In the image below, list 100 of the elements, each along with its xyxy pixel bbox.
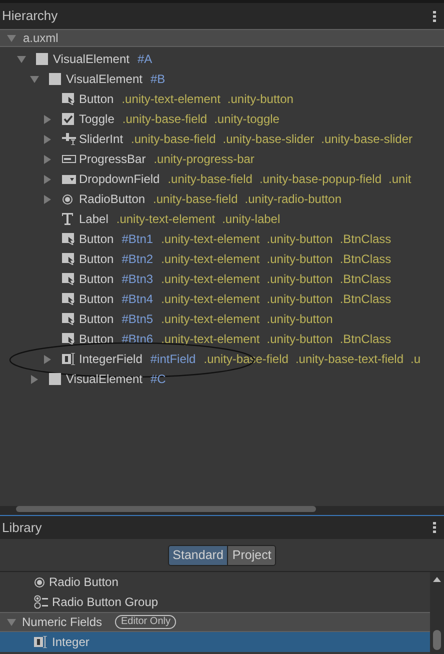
element-class: .unity-button (266, 271, 333, 288)
button-icon (62, 273, 75, 285)
library-tab[interactable]: Standard (168, 546, 228, 564)
element-class: .unity-label (222, 211, 280, 228)
element-class: .unity-base-field (122, 111, 208, 128)
collapsed-arrow-icon[interactable] (43, 114, 52, 124)
element-type: Toggle (79, 111, 114, 128)
element-type: Label (79, 211, 108, 228)
button-icon (62, 253, 75, 265)
checkbox-icon (62, 113, 74, 125)
square-icon (49, 373, 61, 385)
panel-title: Library (2, 518, 42, 537)
element-type: Button (79, 91, 114, 108)
radio-group-icon (34, 595, 48, 609)
slider-icon (62, 133, 76, 145)
element-type: IntegerField (79, 351, 142, 368)
element-class: .unity-text-element (161, 311, 260, 328)
library-item[interactable]: Radio Button (0, 572, 430, 592)
element-type: ProgressBar (79, 151, 146, 168)
element-class: .unity-base-slider (321, 131, 412, 148)
element-id: #Btn5 (122, 311, 154, 328)
element-class: .unity-text-element (161, 291, 260, 308)
button-icon (62, 293, 75, 305)
element-class: .unity-text-element (161, 251, 260, 268)
element-type: Button (79, 291, 114, 308)
number-field-icon (62, 353, 76, 365)
element-class: .unity-text-element (116, 211, 216, 228)
number-field-icon (34, 636, 48, 648)
collapsed-arrow-icon[interactable] (43, 354, 52, 364)
element-class: .unity-text-element (161, 231, 260, 248)
element-type: DropdownField (79, 171, 160, 188)
document-name: a.uxml (23, 30, 58, 47)
element-class: .unity-button (266, 291, 333, 308)
expanded-arrow-icon[interactable] (30, 74, 39, 84)
element-id: #Btn2 (122, 251, 154, 268)
element-id: #A (138, 51, 152, 68)
element-id: #Btn3 (122, 271, 154, 288)
element-class: .unit (388, 171, 412, 188)
vertical-scrollbar-thumb[interactable] (433, 630, 441, 650)
expanded-arrow-icon[interactable] (6, 618, 16, 626)
element-class: .BtnClass (340, 291, 392, 308)
element-type: Button (79, 251, 114, 268)
panel-title: Hierarchy (2, 7, 58, 26)
element-type: Button (79, 231, 114, 248)
element-type: VisualElement (66, 71, 142, 88)
more-options-icon[interactable] (433, 10, 436, 22)
element-class: .unity-progress-bar (154, 151, 254, 168)
scroll-up-icon[interactable] (433, 577, 441, 582)
more-options-icon[interactable] (433, 522, 436, 533)
collapsed-arrow-icon[interactable] (43, 134, 52, 144)
horizontal-scrollbar[interactable] (16, 506, 316, 512)
element-class: .unity-button (266, 251, 333, 268)
element-class: .unity-base-field (168, 171, 252, 188)
button-icon (62, 93, 75, 105)
library-item[interactable]: Integer (0, 632, 430, 652)
element-class: .unity-base-slider (222, 131, 314, 148)
collapsed-arrow-icon[interactable] (43, 194, 52, 204)
element-id: #Btn1 (122, 231, 154, 248)
square-icon (49, 73, 61, 85)
element-class: .unity-base-field (153, 191, 238, 208)
library-item[interactable]: Radio Button Group (0, 592, 430, 612)
element-class: .unity-button (266, 331, 333, 348)
collapsed-arrow-icon[interactable] (43, 174, 52, 184)
element-type: VisualElement (53, 51, 130, 68)
button-icon (62, 233, 75, 245)
element-class: .unity-button (266, 311, 333, 328)
dropdown-icon (62, 174, 76, 184)
element-class: .unity-toggle (214, 111, 280, 128)
element-class: .unity-button (227, 91, 294, 108)
element-type: Button (79, 311, 114, 328)
collapsed-arrow-icon[interactable] (30, 374, 39, 384)
expanded-arrow-icon[interactable] (17, 54, 26, 64)
library-tab[interactable]: Project (227, 546, 276, 564)
element-class: .BtnClass (340, 231, 392, 248)
element-type: Button (79, 331, 114, 348)
element-type: RadioButton (79, 191, 146, 208)
category-label: Numeric Fields (22, 614, 102, 631)
element-type: Button (79, 271, 114, 288)
element-class: .unity-text-element (122, 91, 220, 108)
element-class: .BtnClass (340, 271, 392, 288)
editor-only-badge: Editor Only (115, 615, 176, 629)
element-id: #intField (150, 351, 196, 368)
element-id: #C (150, 371, 166, 388)
element-class: .unity-base-field (204, 351, 288, 368)
element-class: .BtnClass (340, 331, 392, 348)
progress-bar-icon (62, 155, 76, 163)
text-icon (62, 213, 73, 225)
element-class: .unity-base-popup-field (259, 171, 382, 188)
category-header[interactable]: Numeric Fields Editor Only (0, 612, 430, 632)
element-class: .unity-text-element (161, 331, 260, 348)
element-class: .unity-base-field (131, 131, 216, 148)
element-id: #Btn4 (122, 291, 154, 308)
element-class: .unity-text-element (161, 271, 260, 288)
collapsed-arrow-icon[interactable] (43, 154, 52, 164)
element-class: .unity-button (266, 231, 333, 248)
expanded-arrow-icon[interactable] (7, 34, 16, 42)
button-icon (62, 333, 75, 345)
element-type: SliderInt (79, 131, 124, 148)
element-type: VisualElement (66, 371, 142, 388)
button-icon (62, 313, 75, 325)
